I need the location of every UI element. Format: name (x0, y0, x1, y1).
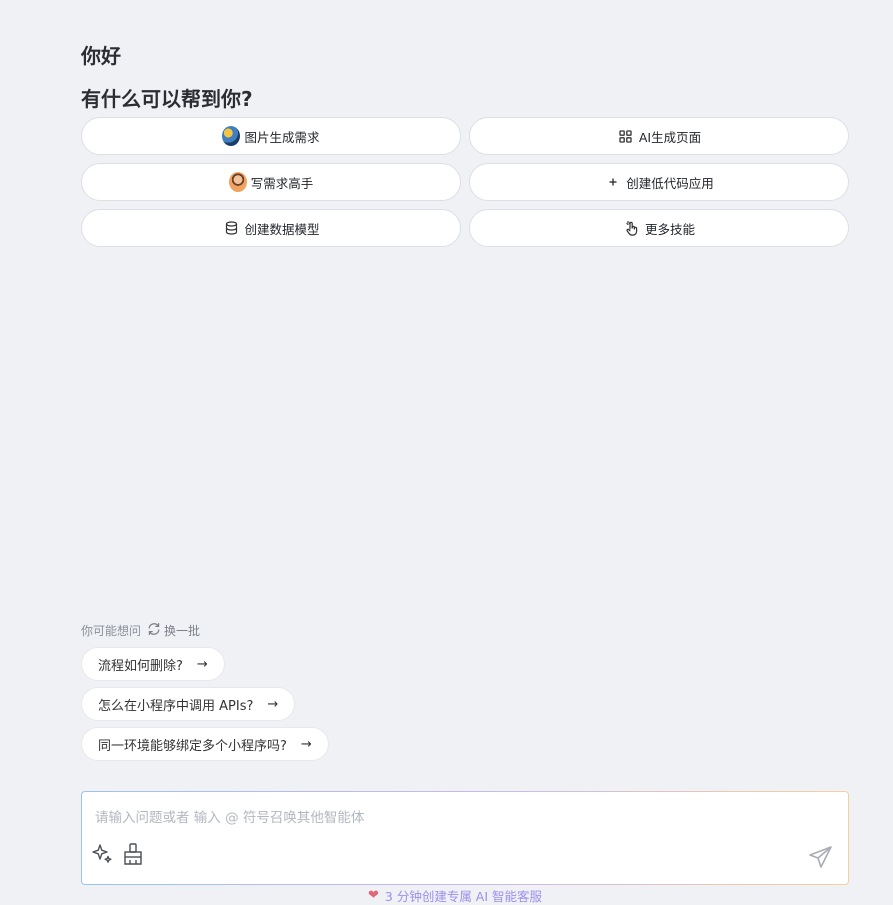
suggestion-text: 同一环境能够绑定多个小程序吗? (98, 738, 287, 754)
globe-avatar-icon (222, 126, 241, 146)
skill-grid: 图片生成需求 AI生成页面 写需求高手 创建低代码应用 创建数据模型 更多技能 (81, 117, 849, 247)
greeting-subtitle: 有什么可以帮到你? (81, 87, 253, 111)
skill-more[interactable]: 更多技能 (469, 209, 849, 247)
skill-label: 更多技能 (644, 221, 695, 237)
suggestion-chip[interactable]: 同一环境能够绑定多个小程序吗? → (81, 727, 329, 761)
sparkle-icon[interactable] (90, 842, 114, 866)
greeting-title: 你好 (81, 44, 121, 68)
skill-label: 创建低代码应用 (626, 175, 714, 191)
suggestion-chip[interactable]: 流程如何删除? → (81, 647, 225, 681)
arrow-right-icon: → (300, 736, 312, 752)
input-placeholder: 请输入问题或者 输入 @ 符号召唤其他智能体 (95, 810, 365, 826)
person-avatar-icon (228, 172, 247, 192)
arrow-right-icon: → (267, 696, 279, 712)
footer-text: 3 分钟创建专属 AI 智能客服 (384, 889, 543, 904)
refresh-icon (147, 622, 161, 639)
brush-icon[interactable] (121, 842, 145, 866)
skill-data-model[interactable]: 创建数据模型 (81, 209, 461, 247)
footer-promo[interactable]: ❤ 3 分钟创建专属 AI 智能客服 (368, 886, 542, 905)
skill-lowcode-app[interactable]: 创建低代码应用 (469, 163, 849, 201)
suggestions-title: 你可能想问 (81, 624, 142, 638)
refresh-label: 换一批 (164, 624, 201, 638)
send-icon[interactable] (808, 844, 834, 870)
heart-icon: ❤ (368, 888, 379, 903)
database-icon (222, 219, 240, 237)
refresh-button[interactable]: 换一批 (147, 622, 200, 639)
skill-label: 写需求高手 (250, 175, 314, 191)
skill-label: 创建数据模型 (244, 221, 320, 237)
skill-label: AI生成页面 (638, 129, 702, 145)
suggestion-chip[interactable]: 怎么在小程序中调用 APIs? → (81, 687, 296, 721)
skill-label: 图片生成需求 (244, 129, 320, 145)
chat-input[interactable]: 请输入问题或者 输入 @ 符号召唤其他智能体 (81, 791, 849, 885)
arrow-right-icon: → (196, 656, 208, 672)
suggestion-text: 流程如何删除? (98, 658, 183, 674)
skill-ai-page[interactable]: AI生成页面 (469, 117, 849, 155)
plus-icon (604, 173, 622, 191)
pointer-icon (623, 219, 641, 237)
skill-requirement-writer[interactable]: 写需求高手 (81, 163, 461, 201)
suggestions-header: 你可能想问 换一批 (81, 622, 200, 639)
suggestion-text: 怎么在小程序中调用 APIs? (98, 698, 254, 714)
skill-image-generation[interactable]: 图片生成需求 (81, 117, 461, 155)
grid-icon (617, 127, 635, 145)
